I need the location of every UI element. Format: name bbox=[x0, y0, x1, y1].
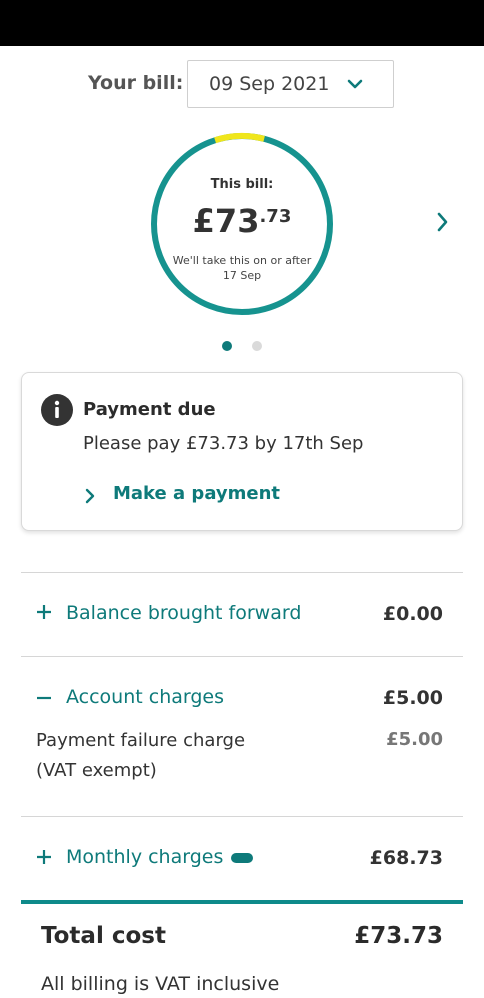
carousel-dot-active[interactable] bbox=[222, 341, 232, 351]
payment-due-card: Payment due Please pay £73.73 by 17th Se… bbox=[21, 372, 463, 531]
minus-icon[interactable] bbox=[36, 690, 52, 710]
chevron-down-icon bbox=[347, 75, 363, 97]
vat-note: All billing is VAT inclusive bbox=[41, 973, 280, 995]
info-icon bbox=[41, 394, 73, 426]
charge-label-line: Payment failure charge bbox=[36, 730, 246, 751]
bill-summary-ring: This bill: £73.73 We'll take this on or … bbox=[148, 130, 336, 318]
next-slide-button[interactable] bbox=[436, 211, 450, 237]
plus-icon[interactable] bbox=[36, 604, 52, 624]
monthly-charges-value: £68.73 bbox=[369, 847, 443, 869]
summary-currency: £ bbox=[192, 202, 215, 240]
carousel-dot[interactable] bbox=[252, 341, 262, 351]
summary-amount: £73.73 bbox=[148, 202, 336, 240]
account-charges-toggle[interactable]: Account charges bbox=[66, 686, 224, 708]
summary-note: We'll take this on or after 17 Sep bbox=[172, 254, 312, 282]
monthly-charges-toggle[interactable]: Monthly charges bbox=[66, 846, 254, 868]
divider bbox=[21, 816, 463, 817]
monthly-charges-label: Monthly charges bbox=[66, 846, 224, 868]
total-cost-value: £73.73 bbox=[354, 923, 443, 949]
summary-amount-main: 73 bbox=[214, 202, 260, 240]
make-payment-link[interactable]: Make a payment bbox=[113, 483, 280, 504]
divider bbox=[21, 572, 463, 573]
total-cost-label: Total cost bbox=[41, 923, 166, 949]
account-charges-value: £5.00 bbox=[382, 687, 443, 709]
plus-icon[interactable] bbox=[36, 849, 52, 869]
payment-failure-charge-label: Payment failure charge (VAT exempt) bbox=[36, 726, 245, 786]
indicator-pill bbox=[231, 852, 254, 863]
payment-due-title: Payment due bbox=[83, 399, 216, 420]
summary-title: This bill: bbox=[210, 177, 274, 192]
payment-failure-charge-value: £5.00 bbox=[386, 729, 443, 750]
status-bar bbox=[0, 0, 484, 46]
bill-selector-row: Your bill: 09 Sep 2021 bbox=[0, 60, 484, 110]
payment-due-message: Please pay £73.73 by 17th Sep bbox=[83, 433, 364, 454]
divider bbox=[21, 656, 463, 657]
chevron-right-icon bbox=[436, 212, 450, 237]
carousel-dots bbox=[0, 341, 484, 351]
chevron-right-icon bbox=[84, 488, 96, 508]
bill-date-dropdown[interactable]: 09 Sep 2021 bbox=[187, 60, 394, 108]
bill-date-value: 09 Sep 2021 bbox=[209, 73, 330, 95]
summary-amount-pence: .73 bbox=[259, 206, 292, 227]
bill-selector-label: Your bill: bbox=[88, 72, 184, 94]
total-divider bbox=[21, 900, 463, 904]
balance-brought-forward-value: £0.00 bbox=[382, 603, 443, 625]
charge-label-line: (VAT exempt) bbox=[36, 760, 157, 781]
balance-brought-forward-toggle[interactable]: Balance brought forward bbox=[66, 602, 301, 624]
